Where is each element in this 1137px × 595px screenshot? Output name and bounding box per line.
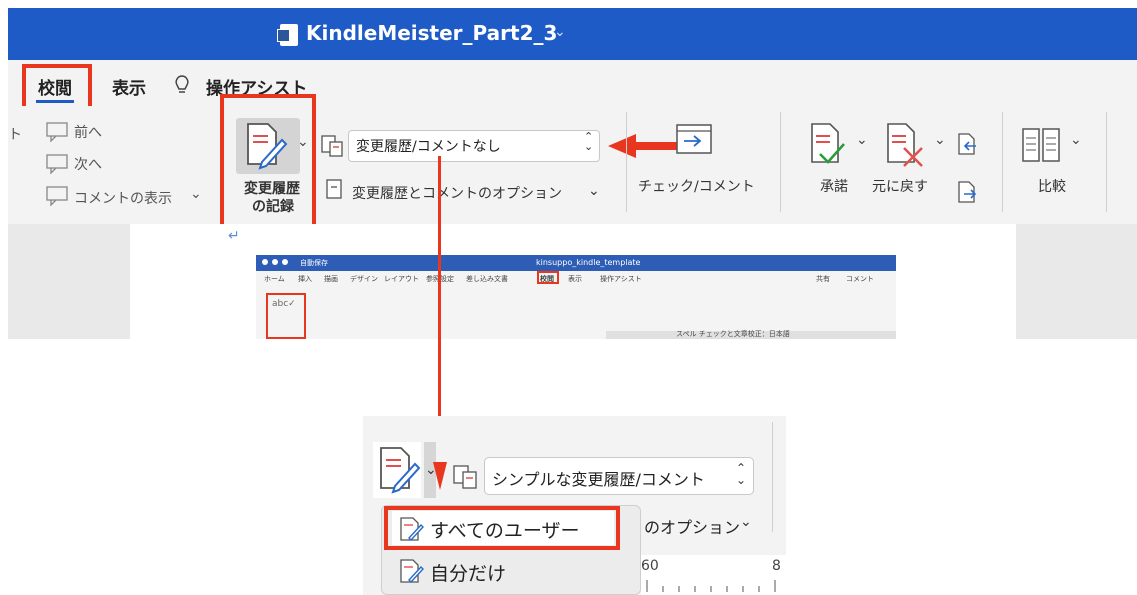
next-comment-icon[interactable] — [44, 152, 70, 174]
menu-item-only-me[interactable]: 自分だけ — [430, 559, 506, 586]
chevron-down-icon[interactable]: ⌄ — [856, 132, 868, 148]
lightbulb-icon — [175, 75, 189, 93]
tab-view[interactable]: 表示 — [112, 74, 146, 99]
compare-label: 比較 — [1038, 179, 1066, 195]
next-change-icon[interactable] — [956, 180, 978, 204]
mini-tab-tellme: 操作アシスト — [600, 275, 642, 283]
select-stepper-icon: ⌃ ⌄ — [584, 130, 594, 153]
previous-comment-button[interactable]: 前へ — [74, 122, 102, 142]
markup-options-button[interactable]: 変更履歴とコメントのオプション — [352, 183, 562, 203]
mini-tab-home: ホーム — [264, 275, 285, 283]
mini-tab-draw: 描画 — [324, 275, 338, 283]
show-comments-icon[interactable] — [44, 184, 70, 206]
highlight-box-all-users — [384, 506, 620, 550]
track-changes-small-icon — [400, 559, 424, 584]
ruler-number: 60 — [641, 558, 659, 574]
reject-label: 元に戻す — [872, 179, 928, 195]
accept-icon[interactable] — [808, 122, 848, 168]
word-document-icon — [277, 24, 298, 46]
document-title: KindleMeister_Part2_3 — [306, 21, 558, 45]
paragraph-mark-icon: ↵ — [228, 228, 240, 244]
ruler-ticks — [646, 580, 776, 592]
mini-tab-mailings: 差し込み文書 — [466, 275, 508, 283]
ribbon-divider — [626, 112, 627, 212]
spelling-icon: abc✓ — [272, 299, 296, 309]
markup-options-icon — [326, 179, 342, 199]
window-button-icon — [282, 259, 288, 265]
previous-change-icon[interactable] — [956, 132, 978, 156]
mini-tab-insert: 挿入 — [298, 275, 312, 283]
chevron-down-icon[interactable]: ⌄ — [190, 186, 202, 202]
window-button-icon — [272, 259, 278, 265]
mini-highlight-box — [537, 271, 559, 284]
next-comment-button[interactable]: 次へ — [74, 154, 102, 174]
mini-tab-design: デザイン — [350, 275, 378, 283]
chevron-down-icon[interactable]: ⌄ — [934, 132, 946, 148]
annotation-arrow-line — [438, 156, 441, 339]
mini-status-text: スペル チェックと文章校正：日本語 — [676, 330, 790, 338]
accept-label: 承諾 — [820, 179, 848, 195]
mini-share: 共有 — [816, 275, 830, 283]
check-comment-icon[interactable] — [674, 122, 714, 158]
chevron-down-icon[interactable]: ⌄ — [1070, 132, 1082, 148]
show-comments-button[interactable]: コメントの表示 — [74, 188, 172, 208]
partial-label: ト — [8, 127, 22, 143]
title-bar — [8, 8, 1137, 60]
markup-view-select-value: 変更履歴/コメントなし — [356, 139, 501, 155]
embedded-screenshot: 自動保存 kinsuppo_kindle_template ホーム 挿入 描画 … — [256, 255, 896, 339]
display-for-review-icon — [321, 135, 343, 157]
markup-options-partial[interactable]: のオプション — [644, 514, 740, 538]
highlight-box-track-changes — [220, 94, 316, 229]
track-changes-icon — [380, 447, 421, 494]
mini-doc-title: kinsuppo_kindle_template — [536, 258, 641, 267]
markup-view-select-value: シンプルな変更履歴/コメント — [492, 470, 705, 489]
mini-tab-view: 表示 — [568, 275, 582, 283]
review-ribbon — [8, 106, 1137, 224]
ribbon-divider — [780, 112, 781, 212]
ruler-number: 8 — [772, 558, 781, 574]
ribbon-divider — [1002, 112, 1003, 212]
check-comment-label: チェック/コメント — [638, 179, 755, 195]
mini-tab-layout: レイアウト — [384, 275, 419, 283]
previous-comment-icon[interactable] — [44, 120, 70, 142]
reject-icon[interactable] — [884, 122, 928, 168]
select-stepper-icon: ⌃ ⌄ — [736, 461, 747, 487]
chevron-down-icon[interactable]: ⌄ — [588, 183, 600, 199]
ribbon-divider — [772, 422, 773, 532]
display-for-review-icon — [453, 465, 477, 489]
window-button-icon — [262, 259, 268, 265]
chevron-down-icon[interactable]: ⌄ — [554, 24, 566, 40]
word-window-screenshot: KindleMeister_Part2_3 ⌄ 校閲 表示 操作アシスト ト 前… — [8, 8, 1137, 339]
annotation-arrow-head — [433, 462, 447, 490]
compare-icon[interactable] — [1020, 126, 1064, 166]
chevron-down-icon[interactable]: ⌄ — [740, 514, 752, 530]
mini-comment: コメント — [846, 275, 874, 283]
ribbon-divider — [1106, 112, 1107, 212]
mini-autosave-label: 自動保存 — [300, 259, 328, 267]
